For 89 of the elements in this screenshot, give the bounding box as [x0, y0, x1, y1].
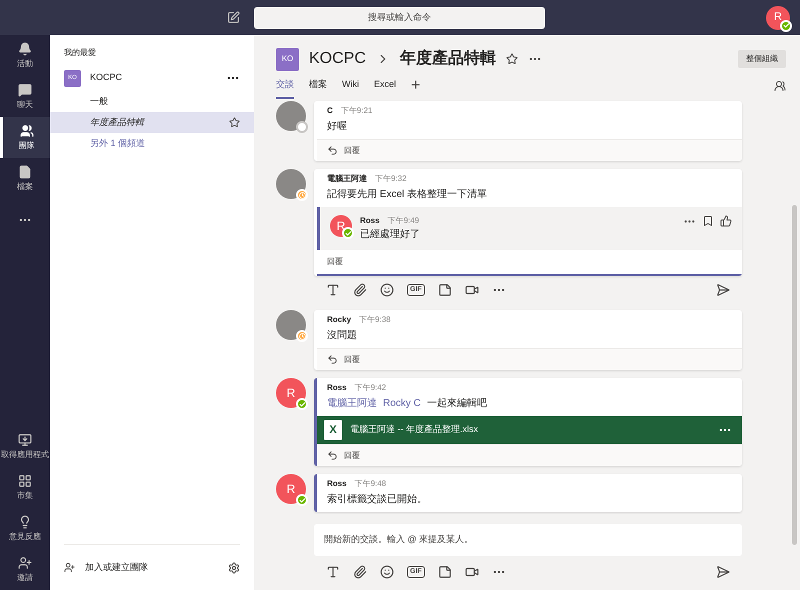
avatar-photo-placeholder — [276, 169, 306, 199]
format-icon[interactable] — [326, 283, 340, 297]
reply-button[interactable]: 回覆 — [317, 348, 742, 370]
message-time: 下午9:48 — [354, 478, 386, 490]
message-time: 下午9:49 — [388, 215, 420, 227]
message-text: 沒問題 — [327, 329, 357, 343]
feedback-icon — [18, 514, 32, 528]
favorite-star-icon[interactable] — [506, 53, 518, 65]
compose-icon[interactable] — [227, 11, 240, 24]
send-icon[interactable] — [716, 565, 730, 579]
author-name: Ross — [360, 215, 380, 227]
teams-icon — [20, 124, 34, 138]
mention-link[interactable]: Rocky C — [383, 396, 421, 411]
bookmark-icon[interactable] — [702, 215, 714, 227]
excel-icon: X — [324, 420, 342, 440]
settings-icon[interactable] — [228, 562, 240, 574]
org-button[interactable]: 整個組織 — [738, 50, 786, 68]
file-card[interactable]: X 電腦王阿達 -- 年度產品整理.xlsx — [317, 416, 742, 444]
scrollbar[interactable] — [792, 205, 797, 545]
avatar-photo-placeholder — [276, 101, 306, 131]
channel-item[interactable]: 另外 1 個頻道 — [50, 133, 254, 154]
reply-button[interactable]: 回覆 — [317, 444, 742, 466]
store-icon — [18, 474, 32, 488]
tab[interactable]: Excel — [374, 73, 396, 99]
reply-arrow-icon — [327, 450, 338, 461]
message-text: 記得要先用 Excel 表格整理一下清單 — [327, 188, 488, 202]
message-time: 下午9:42 — [354, 382, 386, 394]
emoji-icon[interactable] — [380, 283, 394, 297]
compose-field[interactable]: 開始新的交談。輸入 @ 來提及某人。 — [314, 524, 742, 556]
team-name[interactable]: KOCPC — [309, 47, 366, 71]
message-time: 下午9:38 — [359, 314, 391, 326]
attach-icon[interactable] — [353, 283, 367, 297]
message-time: 下午9:32 — [375, 173, 407, 185]
file-name: 電腦王阿達 -- 年度產品整理.xlsx — [350, 423, 479, 436]
sticker-icon[interactable] — [438, 565, 452, 579]
author-name: 電腦王阿達 — [327, 173, 367, 185]
team-avatar: KO — [276, 48, 299, 70]
meet-icon[interactable] — [464, 283, 479, 297]
add-team-icon[interactable] — [64, 562, 75, 573]
author-name: C — [327, 105, 333, 117]
mention-link[interactable]: 電腦王阿達 — [327, 396, 377, 411]
avatar-photo-placeholder — [276, 310, 306, 340]
meet-icon[interactable] — [464, 565, 479, 579]
author-name: Ross — [327, 382, 347, 394]
like-icon[interactable] — [720, 215, 732, 227]
team-name[interactable]: KOCPC — [90, 71, 217, 85]
section-title: 我的最愛 — [63, 47, 97, 59]
rail-item[interactable]: 取得應用程式 — [0, 426, 50, 467]
files-icon — [18, 164, 32, 178]
attach-icon[interactable] — [353, 565, 367, 579]
chat-icon — [18, 82, 32, 96]
author-name: Rocky — [327, 314, 352, 326]
reply-arrow-icon — [327, 354, 338, 365]
send-icon[interactable] — [716, 283, 730, 297]
rail-item[interactable]: 邀請 — [0, 549, 50, 590]
rail-item[interactable]: 市集 — [0, 467, 50, 508]
rail-item[interactable]: 活動 — [0, 35, 50, 76]
message-text: 已經處理好了 — [360, 228, 421, 242]
invite-icon — [18, 556, 32, 570]
tab[interactable]: Wiki — [342, 73, 359, 99]
author-name: Ross — [327, 478, 347, 490]
avatar: R — [276, 378, 306, 408]
reply-field[interactable]: 回覆 — [317, 250, 742, 276]
channel-item[interactable]: 年度產品特輯 — [50, 112, 254, 133]
channel-item[interactable]: 一般 — [50, 91, 254, 112]
format-icon[interactable] — [326, 565, 340, 579]
rail-item[interactable]: 檔案 — [0, 158, 50, 199]
emoji-icon[interactable] — [380, 565, 394, 579]
avatar: R — [276, 474, 306, 504]
members-icon[interactable] — [774, 80, 786, 92]
add-team-link[interactable]: 加入或建立團隊 — [85, 560, 218, 574]
add-tab-button[interactable]: + — [411, 74, 420, 98]
apps-icon — [18, 432, 32, 446]
tab[interactable]: 交談 — [276, 73, 294, 99]
channel-title: 年度產品特輯 — [400, 48, 496, 69]
rail-item[interactable]: 聊天 — [0, 76, 50, 117]
rail-item[interactable]: 意見反應 — [0, 508, 50, 549]
sticker-icon[interactable] — [438, 283, 452, 297]
reply-arrow-icon — [327, 145, 338, 156]
star-icon[interactable] — [229, 117, 240, 128]
search-field[interactable]: 搜尋或輸入命令 — [254, 6, 545, 28]
message-text: 好喔 — [327, 120, 347, 134]
message-time: 下午9:21 — [340, 105, 372, 117]
message-text: 索引標籤交談已開始。 — [327, 492, 427, 507]
message-text: 一起來編輯吧 — [426, 396, 487, 411]
rail-item[interactable]: 團隊 — [0, 117, 50, 158]
tab[interactable]: 檔案 — [309, 73, 327, 99]
reply-button[interactable]: 回覆 — [317, 139, 742, 161]
activity-icon — [18, 42, 32, 56]
